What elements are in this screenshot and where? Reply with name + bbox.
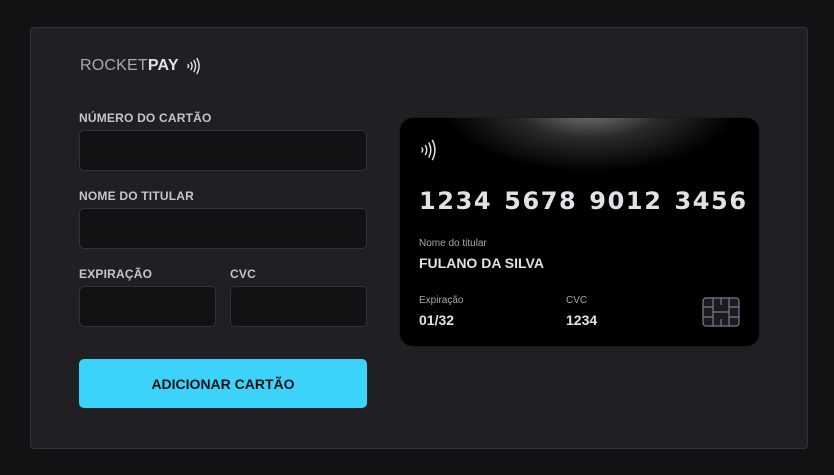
cvc-label: CVC: [230, 267, 256, 281]
holder-name-label: NOME DO TITULAR: [79, 189, 194, 203]
card-number-display: 1234 5678 9012 3456: [419, 187, 748, 215]
card-number-label: NÚMERO DO CARTÃO: [79, 111, 212, 125]
rocketpay-logo: ROCKET PAY: [80, 56, 205, 76]
expiration-caption: Expiração: [419, 295, 464, 306]
cvc-display: 1234: [566, 312, 598, 328]
expiration-label: EXPIRAÇÃO: [79, 267, 153, 281]
expiration-input[interactable]: [79, 286, 216, 327]
logo-pay-text: PAY: [147, 57, 179, 74]
payment-panel: ROCKET PAY NÚMERO DO CARTÃO NOME DO TITU…: [30, 27, 808, 449]
contactless-icon: [419, 138, 441, 167]
expiration-display: 01/32: [419, 312, 455, 328]
holder-name-display: FULANO DA SILVA: [419, 255, 544, 271]
add-card-button[interactable]: ADICIONAR CARTÃO: [79, 359, 367, 408]
card-number-input[interactable]: [79, 130, 367, 171]
contactless-icon: [185, 56, 205, 76]
card-glow: [440, 118, 740, 173]
credit-card-preview: 1234 5678 9012 3456 Nome do titular FULA…: [399, 117, 760, 347]
card-chip-icon: [702, 297, 740, 332]
cvc-input[interactable]: [230, 286, 367, 327]
cvc-caption: CVC: [566, 295, 588, 306]
holder-name-input[interactable]: [79, 208, 367, 249]
logo-rocket-text: ROCKET: [80, 57, 148, 74]
holder-caption: Nome do titular: [419, 238, 487, 249]
